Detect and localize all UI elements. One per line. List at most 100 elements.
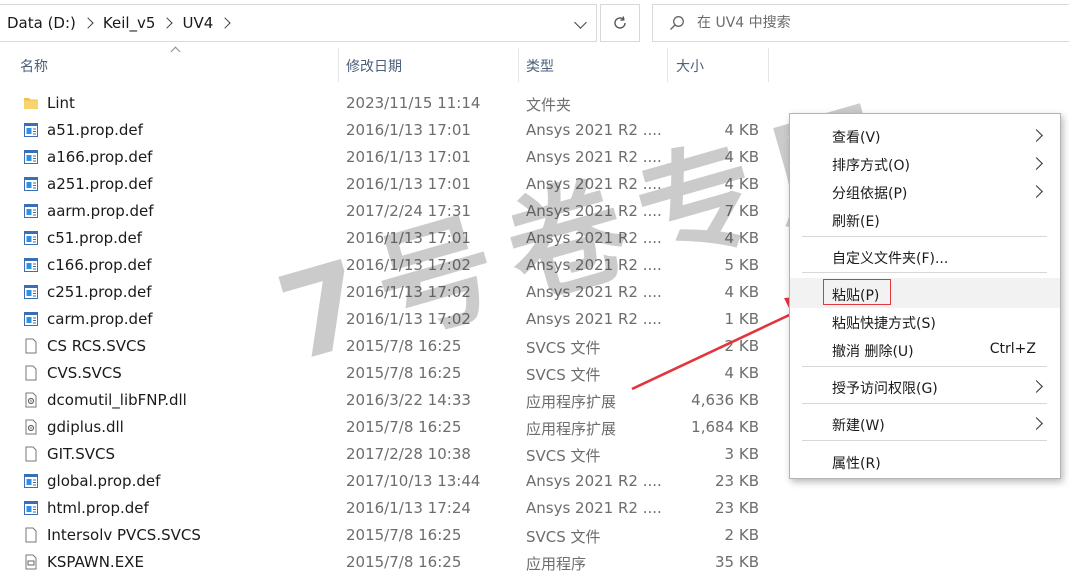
file-row[interactable]: CVS.SVCS 2015/7/8 16:25 SVCS 文件 4 KB (0, 360, 780, 387)
file-row[interactable]: dcomutil_libFNP.dll 2016/3/22 14:33 应用程序扩展… (0, 387, 780, 414)
file-row[interactable]: c51.prop.def 2016/1/13 17:01 Ansys 2021 R2… (0, 225, 780, 252)
file-name: gdiplus.dll (47, 418, 124, 436)
column-header-size[interactable]: 大小 (676, 48, 704, 84)
menu-item-undo-delete[interactable]: 撤消 删除(U) Ctrl+Z (790, 335, 1060, 363)
menu-item-view[interactable]: 查看(V) (790, 121, 1060, 149)
file-size: 7 KB (724, 202, 759, 220)
file-type: Ansys 2021 R2 .... (526, 472, 662, 490)
menu-item-refresh[interactable]: 刷新(E) (790, 205, 1060, 233)
column-header-type[interactable]: 类型 (526, 48, 554, 84)
file-row[interactable]: c166.prop.def 2016/1/13 17:02 Ansys 2021 R… (0, 252, 780, 279)
blank-file-icon (23, 527, 39, 547)
menu-item-label: 粘贴快捷方式(S) (832, 316, 936, 332)
dll-file-icon (23, 419, 39, 439)
file-modified-date: 2015/7/8 16:25 (346, 553, 462, 571)
menu-item-sort-by[interactable]: 排序方式(O) (790, 149, 1060, 177)
file-name: global.prop.def (47, 472, 161, 490)
refresh-icon (614, 16, 626, 29)
address-history-dropdown-icon[interactable] (574, 16, 587, 29)
breadcrumb-chevron-icon[interactable] (219, 17, 231, 29)
menu-item-label: 新建(W) (832, 418, 885, 434)
file-row[interactable]: c251.prop.def 2016/1/13 17:02 Ansys 2021 R… (0, 279, 780, 306)
refresh-button[interactable] (600, 4, 640, 42)
file-modified-date: 2015/7/8 16:25 (346, 526, 462, 544)
address-bar[interactable]: Data (D:) Keil_v5 UV4 (0, 4, 597, 42)
menu-item-group-by[interactable]: 分组依据(P) (790, 177, 1060, 205)
file-modified-date: 2016/1/13 17:02 (346, 310, 471, 328)
file-row[interactable]: a166.prop.def 2016/1/13 17:01 Ansys 2021 R… (0, 144, 780, 171)
file-name: c251.prop.def (47, 283, 152, 301)
folder-icon (23, 95, 39, 115)
menu-separator (802, 236, 1047, 237)
column-divider[interactable] (768, 48, 769, 82)
breadcrumb-data-drive[interactable]: Data (D:) (0, 14, 78, 32)
file-name: Lint (47, 94, 75, 112)
menu-item-label: 分组依据(P) (832, 186, 908, 202)
file-row[interactable]: KSPAWN.EXE 2015/7/8 16:25 应用程序 35 KB (0, 549, 780, 576)
file-size: 1 KB (724, 310, 759, 328)
column-divider[interactable] (518, 48, 519, 82)
file-row[interactable]: Lint 2023/11/15 11:14 文件夹 (0, 90, 780, 117)
file-row[interactable]: html.prop.def 2016/1/13 17:24 Ansys 2021 R… (0, 495, 780, 522)
file-size: 4 KB (724, 148, 759, 166)
breadcrumb-chevron-icon[interactable] (161, 17, 174, 29)
def-file-icon (23, 122, 39, 142)
file-row[interactable]: GIT.SVCS 2017/2/28 10:38 SVCS 文件 3 KB (0, 441, 780, 468)
menu-separator (802, 366, 1047, 367)
file-modified-date: 2017/10/13 13:44 (346, 472, 481, 490)
menu-item-label: 排序方式(O) (832, 158, 910, 174)
file-name: KSPAWN.EXE (47, 553, 144, 571)
file-type: Ansys 2021 R2 .... (526, 283, 662, 301)
file-modified-date: 2015/7/8 16:25 (346, 337, 462, 355)
file-row[interactable]: a51.prop.def 2016/1/13 17:01 Ansys 2021 R2… (0, 117, 780, 144)
def-file-icon (23, 257, 39, 277)
file-modified-date: 2016/1/13 17:01 (346, 148, 471, 166)
def-file-icon (23, 473, 39, 493)
breadcrumb-keil[interactable]: Keil_v5 (103, 14, 158, 32)
column-header-name[interactable]: 名称 (20, 48, 48, 84)
file-modified-date: 2016/3/22 14:33 (346, 391, 471, 409)
menu-separator (802, 440, 1047, 441)
annotation-highlight-box (823, 279, 891, 305)
def-file-icon (23, 176, 39, 196)
file-name: carm.prop.def (47, 310, 153, 328)
file-name: dcomutil_libFNP.dll (47, 391, 187, 409)
menu-item-grant-access[interactable]: 授予访问权限(G) (790, 372, 1060, 400)
file-row[interactable]: aarm.prop.def 2017/2/24 17:31 Ansys 2021 R… (0, 198, 780, 225)
breadcrumb-chevron-icon[interactable] (82, 17, 94, 29)
file-modified-date: 2016/1/13 17:01 (346, 229, 471, 247)
search-box[interactable] (652, 4, 1069, 42)
file-row[interactable]: Intersolv PVCS.SVCS 2015/7/8 16:25 SVCS 文件… (0, 522, 780, 549)
column-divider[interactable] (667, 48, 668, 82)
menu-item-properties[interactable]: 属性(R) (790, 447, 1060, 475)
file-row[interactable]: CS RCS.SVCS 2015/7/8 16:25 SVCS 文件 2 KB (0, 333, 780, 360)
file-name: a251.prop.def (47, 175, 153, 193)
file-name: CVS.SVCS (47, 364, 122, 382)
file-row[interactable]: a251.prop.def 2016/1/13 17:01 Ansys 2021 R… (0, 171, 780, 198)
file-type: Ansys 2021 R2 .... (526, 499, 662, 517)
search-input[interactable] (695, 14, 999, 32)
file-type: Ansys 2021 R2 .... (526, 256, 662, 274)
breadcrumb-uv4[interactable]: UV4 (182, 14, 215, 32)
menu-item-label: 撤消 删除(U) (832, 344, 914, 360)
menu-separator (802, 403, 1047, 404)
menu-item-label: 授予访问权限(G) (832, 381, 938, 397)
file-type: Ansys 2021 R2 .... (526, 175, 662, 193)
search-icon (670, 16, 684, 30)
file-type: Ansys 2021 R2 .... (526, 310, 662, 328)
file-modified-date: 2015/7/8 16:25 (346, 418, 462, 436)
column-divider[interactable] (338, 48, 339, 82)
file-modified-date: 2016/1/13 17:02 (346, 283, 471, 301)
file-row[interactable]: global.prop.def 2017/10/13 13:44 Ansys 202… (0, 468, 780, 495)
context-menu: 查看(V) 排序方式(O) 分组依据(P) 刷新(E) 自定义文件夹(F)...… (789, 113, 1061, 479)
column-header-date[interactable]: 修改日期 (346, 48, 402, 84)
file-type: 应用程序扩展 (526, 393, 617, 411)
def-file-icon (23, 284, 39, 304)
file-size: 5 KB (724, 256, 759, 274)
file-size: 23 KB (715, 472, 759, 490)
menu-item-new[interactable]: 新建(W) (790, 409, 1060, 437)
file-row[interactable]: gdiplus.dll 2015/7/8 16:25 应用程序扩展 1,684 KB (0, 414, 780, 441)
menu-item-customize-folder[interactable]: 自定义文件夹(F)... (790, 242, 1060, 270)
menu-item-paste-shortcut[interactable]: 粘贴快捷方式(S) (790, 307, 1060, 335)
file-row[interactable]: carm.prop.def 2016/1/13 17:02 Ansys 2021 R… (0, 306, 780, 333)
